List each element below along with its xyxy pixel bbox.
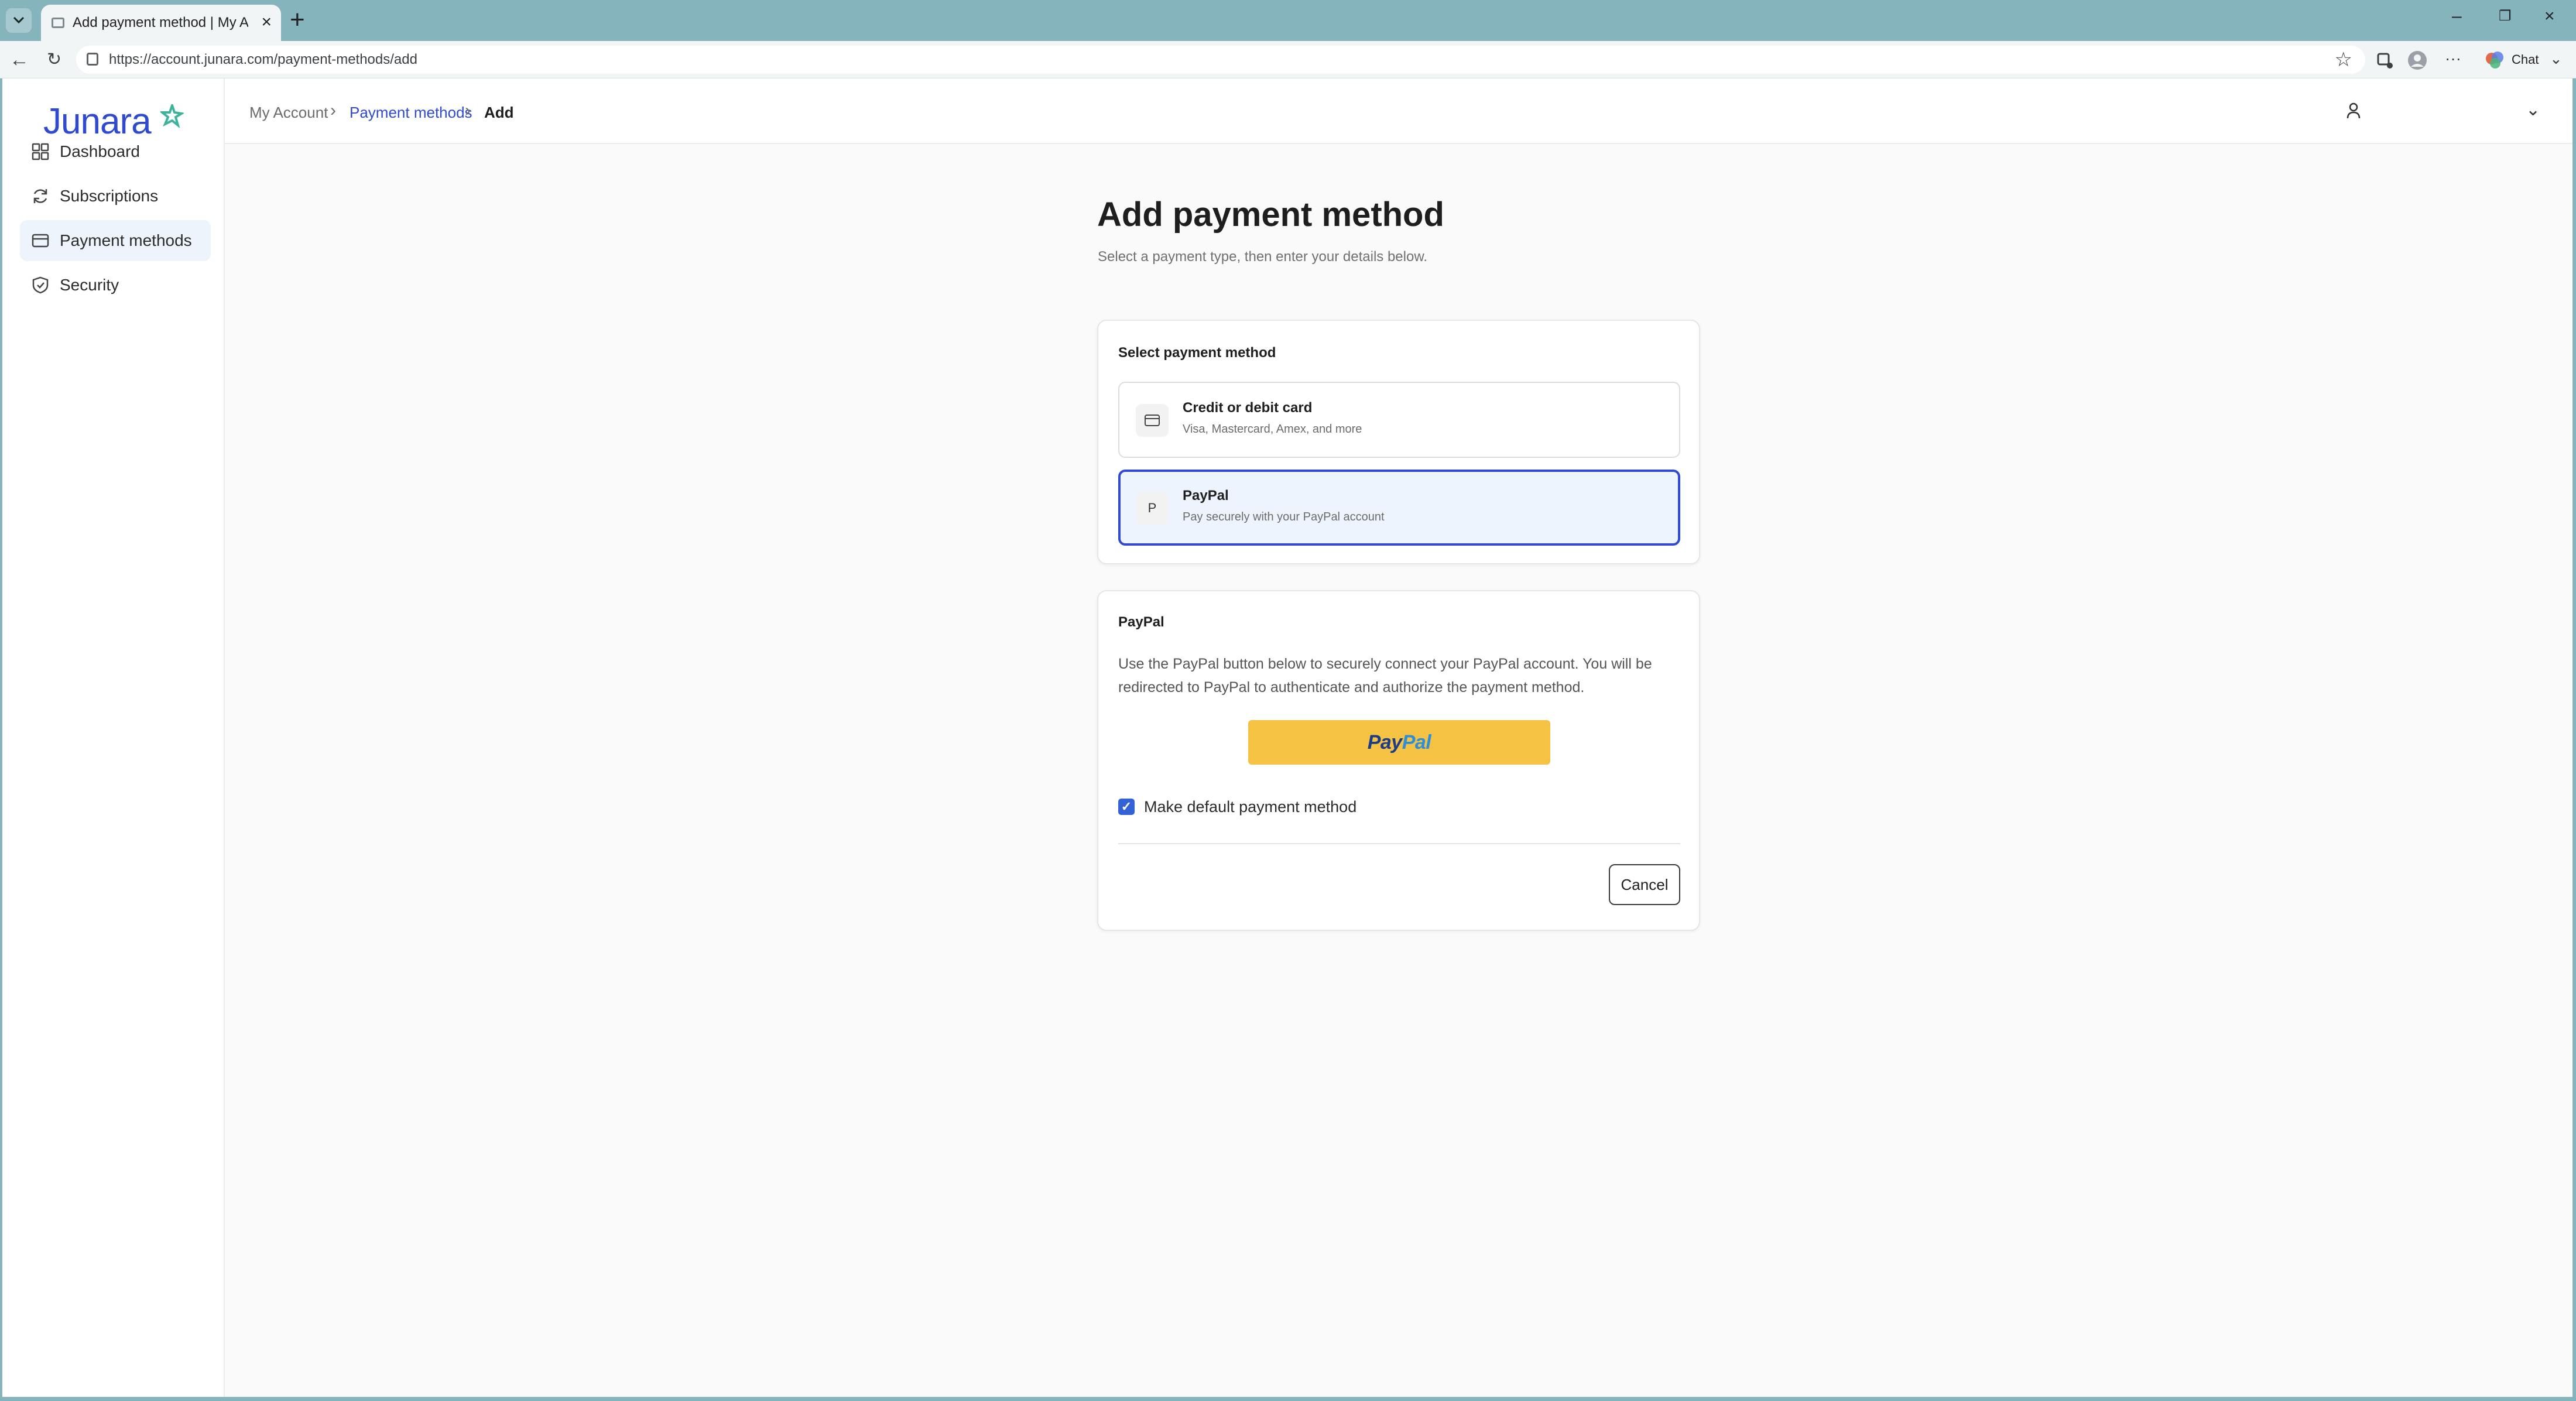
close-window-button[interactable]: × — [2544, 5, 2555, 28]
option-credit-card[interactable]: Credit or debit card Visa, Mastercard, A… — [1118, 382, 1680, 458]
user-icon[interactable] — [2344, 101, 2363, 122]
minimize-button[interactable]: – — [2452, 5, 2462, 28]
extensions-icon[interactable] — [2375, 50, 2395, 70]
option-icon-box: P — [1136, 492, 1169, 525]
sidebar-item-label: Subscriptions — [60, 187, 159, 205]
cancel-button[interactable]: Cancel — [1609, 864, 1680, 905]
account-menu-chevron-icon[interactable]: ⌄ — [2526, 100, 2540, 121]
sidebar-item-payment-methods[interactable]: Payment methods — [20, 220, 211, 261]
default-payment-label[interactable]: Make default payment method — [1144, 797, 1356, 816]
mail-icon — [52, 18, 64, 28]
sidebar-item-label: Dashboard — [60, 142, 140, 160]
address-url[interactable]: https://account.junara.com/payment-metho… — [109, 50, 417, 69]
chat-chevron-icon[interactable]: ⌄ — [2550, 48, 2563, 69]
address-bar[interactable]: https://account.junara.com/payment-metho… — [76, 46, 2365, 74]
paypal-button[interactable]: PayPal — [1248, 720, 1550, 765]
option-title: PayPal — [1183, 488, 1229, 503]
browser-menu-icon[interactable]: ··· — [2445, 47, 2461, 70]
paypal-logo: PayPal — [1367, 731, 1431, 753]
chat-label[interactable]: Chat — [2512, 50, 2539, 69]
site-info-icon[interactable] — [87, 53, 98, 66]
sidebar-item-subscriptions[interactable]: Subscriptions — [20, 176, 211, 217]
sidebar-item-dashboard[interactable]: Dashboard — [20, 131, 211, 172]
option-icon-box — [1136, 404, 1169, 437]
breadcrumb-my-account[interactable]: My Account — [249, 103, 328, 122]
new-tab-button[interactable]: + — [290, 6, 305, 34]
page-header: My Account › Payment methods › Add ⌄ — [225, 78, 2572, 144]
divider — [1118, 843, 1680, 844]
logo-mark-icon — [160, 104, 184, 128]
card-heading: PayPal — [1118, 614, 1164, 630]
page-title: Add payment method — [1097, 196, 1444, 234]
sidebar-item-security[interactable]: Security — [20, 265, 211, 306]
option-paypal[interactable]: P PayPal Pay securely with your PayPal a… — [1118, 470, 1680, 546]
bookmark-star-icon[interactable]: ☆ — [2335, 48, 2352, 71]
option-description: Visa, Mastercard, Amex, and more — [1183, 423, 1362, 436]
back-button[interactable]: ← — [9, 48, 29, 71]
browser-toolbar: ← ↻ https://account.junara.com/payment-m… — [0, 41, 2576, 78]
paypal-instructions: Use the PayPal button below to securely … — [1118, 656, 1652, 696]
dashboard-icon — [32, 143, 49, 160]
restore-button[interactable]: ❐ — [2499, 5, 2512, 28]
tab-title: Add payment method | My Account — [73, 15, 248, 30]
breadcrumb-separator: › — [330, 101, 336, 120]
page-subtitle: Select a payment type, then enter your d… — [1098, 249, 1428, 265]
browser-tab-strip: Add payment method | My Account × + – ❐ … — [0, 0, 2576, 41]
sidebar: Junara Dashboard Subscriptions Payment m… — [2, 78, 225, 1397]
paypal-letter-icon: P — [1147, 501, 1157, 515]
option-title: Credit or debit card — [1183, 400, 1313, 416]
shield-icon — [32, 276, 49, 294]
sidebar-item-label: Payment methods — [60, 231, 192, 249]
tab-search-button[interactable] — [6, 8, 32, 33]
credit-card-icon — [32, 234, 49, 248]
breadcrumb-payment-methods[interactable]: Payment methods — [350, 103, 472, 122]
sidebar-item-label: Security — [60, 276, 119, 294]
credit-card-icon — [1145, 415, 1160, 426]
card-heading: Select payment method — [1118, 345, 1276, 361]
refresh-icon — [33, 189, 47, 203]
breadcrumb-current: Add — [484, 104, 514, 121]
window-border — [0, 1397, 2576, 1401]
profile-avatar-icon[interactable] — [2407, 50, 2427, 70]
browser-tab-active[interactable]: Add payment method | My Account × — [41, 5, 281, 41]
tab-close-icon[interactable]: × — [261, 13, 272, 32]
reload-button[interactable]: ↻ — [47, 48, 61, 71]
select-payment-method-card: Select payment method Credit or debit ca… — [1097, 320, 1700, 564]
option-description: Pay securely with your PayPal account — [1183, 511, 1385, 523]
paypal-card: PayPal Use the PayPal button below to se… — [1097, 590, 1700, 931]
page-viewport: Junara Dashboard Subscriptions Payment m… — [2, 78, 2572, 1397]
copilot-icon[interactable] — [2485, 50, 2505, 70]
default-payment-checkbox[interactable]: ✓ — [1118, 799, 1135, 815]
checkmark-icon: ✓ — [1121, 799, 1132, 814]
breadcrumb-separator: › — [465, 101, 471, 120]
chevron-down-icon — [13, 16, 25, 24]
